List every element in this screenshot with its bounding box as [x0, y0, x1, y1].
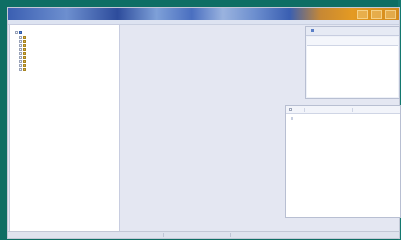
expander-icon[interactable] — [15, 30, 18, 34]
list-item[interactable] — [291, 117, 293, 120]
select-all-checkbox[interactable] — [289, 108, 292, 111]
title-bar[interactable] — [8, 8, 399, 20]
status-bar — [8, 231, 399, 238]
status-cell — [12, 233, 14, 237]
tree-item[interactable] — [19, 67, 27, 71]
application-window — [7, 7, 401, 239]
folder-icon — [23, 67, 26, 71]
close-icon[interactable] — [385, 10, 396, 19]
column-header[interactable] — [304, 108, 306, 112]
details-list[interactable] — [307, 46, 398, 97]
tree-item-root[interactable] — [15, 30, 25, 34]
items-list-panel[interactable] — [285, 105, 401, 218]
computer-icon — [19, 30, 22, 34]
items-column-header — [286, 106, 400, 114]
expander-icon[interactable] — [19, 67, 22, 71]
minimize-icon[interactable] — [357, 10, 368, 19]
toolbar-icon[interactable] — [311, 29, 314, 32]
details-column-header — [307, 37, 398, 46]
column-header[interactable] — [352, 108, 354, 112]
details-panel — [305, 26, 400, 99]
navigation-tree[interactable] — [9, 24, 120, 234]
status-cell — [230, 233, 233, 237]
status-cell — [163, 233, 166, 237]
window-controls — [357, 10, 396, 19]
maximize-icon[interactable] — [371, 10, 382, 19]
details-toolbar — [306, 27, 399, 36]
